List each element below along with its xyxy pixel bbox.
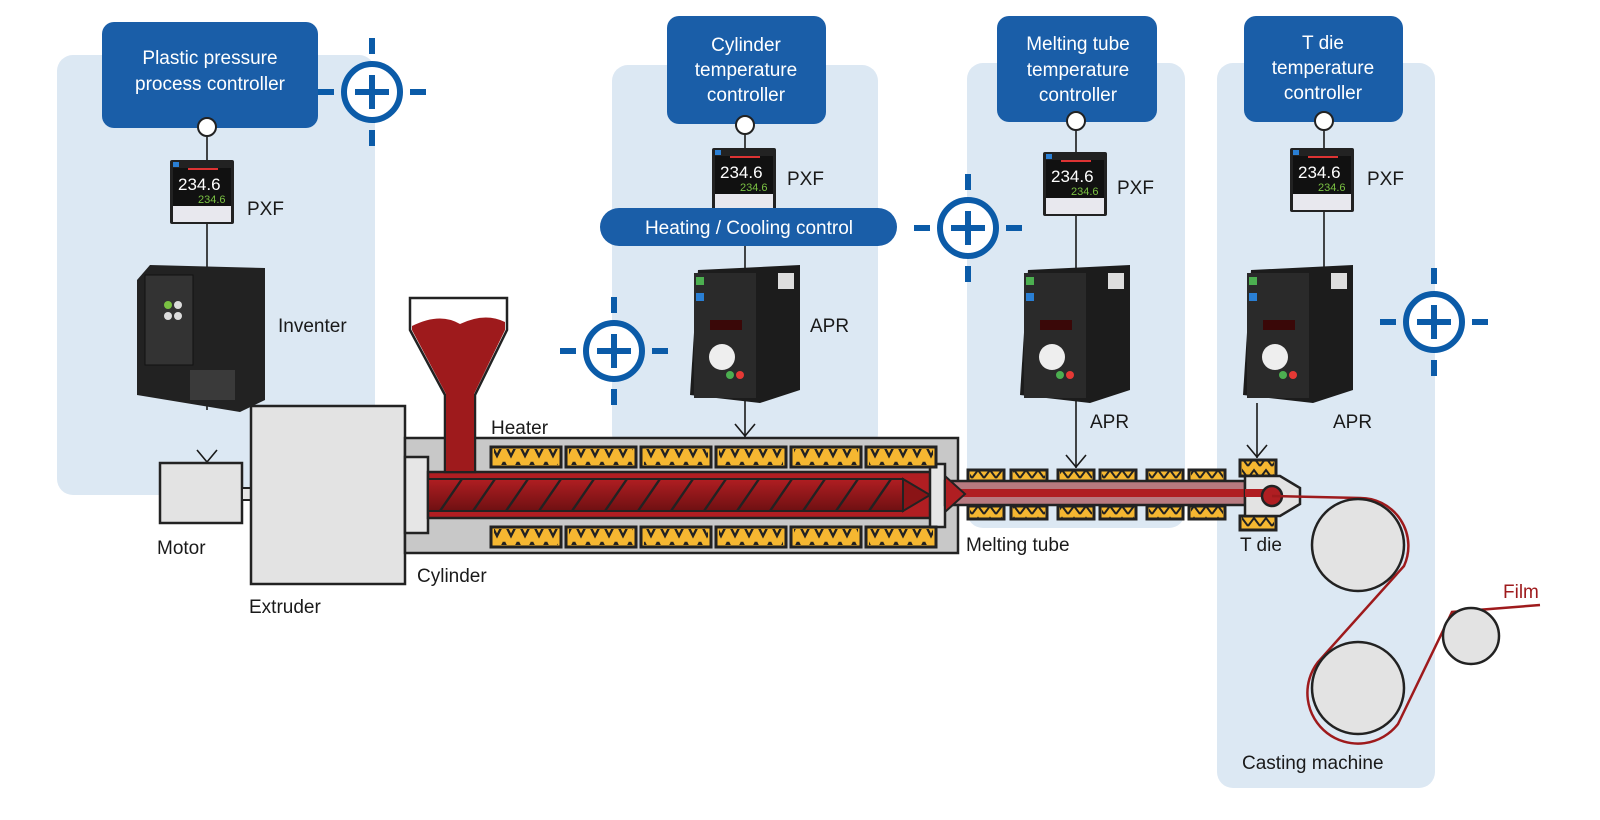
melting-tube-label: Melting tube xyxy=(966,535,1070,556)
pxf-display-sv: 234.6 xyxy=(1318,182,1346,194)
controller-plastic-pressure: Plastic pressure process controller xyxy=(102,22,318,137)
film-label: Film xyxy=(1503,582,1539,603)
controller-cylinder-temperature: Cylinder temperature controller xyxy=(667,16,826,135)
extrusion-process-diagram: Plastic pressure process controller Cyli… xyxy=(57,16,1541,788)
pxf-display-sv: 234.6 xyxy=(1071,186,1099,198)
motor xyxy=(158,461,244,525)
pxf-controller-device: 234.6234.6 xyxy=(712,148,776,212)
controller-label: controller xyxy=(707,85,786,106)
pxf-label: PXF xyxy=(247,199,284,220)
pxf-controller-device: 234.6234.6 xyxy=(1290,148,1354,212)
pxf-label: PXF xyxy=(787,169,824,190)
pxf-display-value: 234.6 xyxy=(1298,163,1341,182)
pxf-display-value: 234.6 xyxy=(720,163,763,182)
heating-cooling-badge: Heating / Cooling control xyxy=(600,208,897,246)
controller-label: Plastic pressure xyxy=(142,48,277,69)
pxf-display-value: 234.6 xyxy=(178,175,221,194)
casting-machine-label: Casting machine xyxy=(1242,753,1384,774)
pxf-display-sv: 234.6 xyxy=(198,194,226,206)
extruder xyxy=(249,404,407,586)
apr-label: APR xyxy=(810,316,849,337)
controller-label: process controller xyxy=(135,74,286,95)
controller-label: controller xyxy=(1039,85,1118,106)
controller-label: controller xyxy=(1284,83,1363,104)
controller-t-die-temperature: T die temperature controller xyxy=(1244,16,1403,131)
cylinder-label: Cylinder xyxy=(417,566,487,587)
controller-label: temperature xyxy=(1272,58,1374,79)
apr-power-regulator xyxy=(1243,265,1353,403)
heater-label: Heater xyxy=(491,418,549,439)
inverter-label: Inventer xyxy=(278,316,347,337)
controller-label: Melting tube xyxy=(1026,34,1130,55)
pxf-controller-device: 234.6234.6 xyxy=(1043,152,1107,216)
t-die-label: T die xyxy=(1240,535,1282,556)
pxf-display-sv: 234.6 xyxy=(740,182,768,194)
pxf-label: PXF xyxy=(1117,178,1154,199)
apr-power-regulator xyxy=(690,265,800,403)
pxf-display-value: 234.6 xyxy=(1051,167,1094,186)
controller-label: temperature xyxy=(1027,60,1129,81)
extruder-label: Extruder xyxy=(249,597,321,618)
apr-label: APR xyxy=(1090,412,1129,433)
apr-power-regulator xyxy=(1020,265,1130,403)
heating-cooling-label: Heating / Cooling control xyxy=(645,218,853,239)
pxf-controller-device: 234.6234.6 xyxy=(170,160,234,224)
controller-label: Cylinder xyxy=(711,35,781,56)
controller-label: temperature xyxy=(695,60,797,81)
controller-label: T die xyxy=(1302,33,1344,54)
apr-label: APR xyxy=(1333,412,1372,433)
motor-label: Motor xyxy=(157,538,206,559)
inverter-device xyxy=(137,265,265,412)
pxf-label: PXF xyxy=(1367,169,1404,190)
controller-melting-tube-temperature: Melting tube temperature controller xyxy=(997,16,1157,131)
